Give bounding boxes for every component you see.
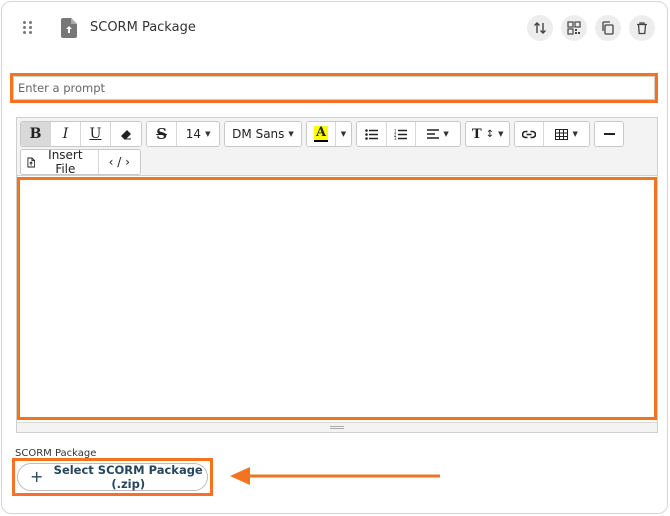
- qr-icon: [567, 21, 581, 35]
- drag-handle-icon[interactable]: [23, 21, 33, 35]
- font-family-group: DM Sans ▼: [224, 121, 302, 147]
- file-upload-icon: [61, 18, 77, 38]
- underline-icon: U: [89, 126, 102, 142]
- select-button-highlight: + Select SCORM Package (.zip): [12, 458, 213, 496]
- bullet-list-icon: [364, 128, 378, 140]
- highlight-color-button[interactable]: A: [307, 122, 336, 146]
- editor-content-area[interactable]: [20, 180, 654, 417]
- divider-group: [594, 121, 624, 147]
- format-group: B I U: [20, 121, 142, 147]
- italic-icon: I: [62, 126, 69, 142]
- prompt-highlight: [10, 73, 658, 103]
- editor-toolbar: B I U S 14 ▼ DM Sans ▼ A ▼ 1 2 3 ▼ T ↕ ▼…: [17, 118, 657, 176]
- caret-down-icon: ▼: [340, 130, 347, 138]
- duplicate-button[interactable]: [595, 15, 621, 41]
- text-height-icon: T: [472, 126, 482, 142]
- color-dropdown-button[interactable]: ▼: [335, 122, 351, 146]
- qr-code-button[interactable]: [561, 15, 587, 41]
- scorm-block-card: SCORM Package B I U: [1, 1, 668, 514]
- insert-file-button[interactable]: Insert File: [21, 150, 99, 174]
- code-view-icon: ‹ / ›: [108, 155, 130, 169]
- list-group: 123 ▼: [356, 121, 461, 147]
- code-view-button[interactable]: ‹ / ›: [98, 150, 140, 174]
- strikethrough-icon: S: [156, 125, 168, 143]
- bullet-list-button[interactable]: [357, 122, 387, 146]
- editor-resize-bar[interactable]: [17, 422, 657, 432]
- editor-highlight: [17, 177, 657, 420]
- prompt-input[interactable]: [13, 76, 655, 100]
- caret-down-icon: ▼: [205, 130, 211, 138]
- delete-button[interactable]: [629, 15, 655, 41]
- rich-text-editor: B I U S 14 ▼ DM Sans ▼ A ▼ 1 2 3 ▼ T ↕ ▼…: [16, 117, 658, 433]
- swap-icon: [534, 22, 546, 34]
- horizontal-rule-icon: [603, 133, 615, 135]
- caret-down-icon: ▼: [288, 130, 294, 138]
- numbered-list-icon: 123: [394, 129, 408, 140]
- table-icon: [555, 128, 569, 140]
- caret-down-icon: ▼: [443, 130, 449, 138]
- line-height-group: T ↕ ▼: [465, 121, 510, 147]
- eraser-icon: [121, 130, 131, 140]
- font-size-select[interactable]: 14 ▼: [177, 122, 219, 146]
- strikethrough-button[interactable]: S: [147, 122, 178, 146]
- underline-button[interactable]: U: [81, 122, 111, 146]
- font-size-value: 14: [185, 127, 202, 141]
- caret-down-icon: ▼: [498, 130, 504, 138]
- numbered-list-button[interactable]: 123: [386, 122, 416, 146]
- align-select[interactable]: ▼: [416, 122, 460, 146]
- text-color-icon: A: [313, 125, 329, 142]
- link-button[interactable]: [515, 122, 545, 146]
- select-scorm-package-label: Select SCORM Package (.zip): [53, 463, 203, 491]
- select-scorm-package-button[interactable]: + Select SCORM Package (.zip): [17, 463, 208, 491]
- file-code-group: Insert File ‹ / ›: [20, 149, 141, 175]
- block-title: SCORM Package: [90, 20, 196, 35]
- trash-icon: [637, 22, 647, 35]
- insert-group: ▼: [514, 121, 590, 147]
- color-group: A ▼: [306, 121, 352, 147]
- height-arrow-icon: ↕: [485, 128, 495, 140]
- link-icon: [522, 130, 537, 138]
- font-family-select[interactable]: DM Sans ▼: [225, 122, 301, 146]
- italic-button[interactable]: I: [51, 122, 81, 146]
- pointer-arrow-icon: [230, 467, 440, 485]
- clear-format-button[interactable]: [111, 122, 141, 146]
- resize-grip-icon: [330, 426, 344, 429]
- bold-button[interactable]: B: [21, 122, 51, 146]
- strike-size-group: S 14 ▼: [146, 121, 220, 147]
- font-family-value: DM Sans: [232, 127, 285, 141]
- insert-file-label: Insert File: [48, 149, 83, 175]
- align-left-icon: [427, 129, 440, 139]
- horizontal-rule-button[interactable]: [595, 122, 623, 146]
- caret-down-icon: ▼: [572, 130, 578, 138]
- line-height-select[interactable]: T ↕ ▼: [466, 122, 509, 146]
- swap-button[interactable]: [527, 15, 553, 41]
- bold-icon: B: [29, 126, 42, 142]
- plus-icon: +: [30, 467, 44, 486]
- copy-icon: [602, 21, 614, 35]
- file-icon: [27, 157, 36, 167]
- table-button[interactable]: ▼: [544, 122, 589, 146]
- svg-text:3: 3: [394, 136, 397, 140]
